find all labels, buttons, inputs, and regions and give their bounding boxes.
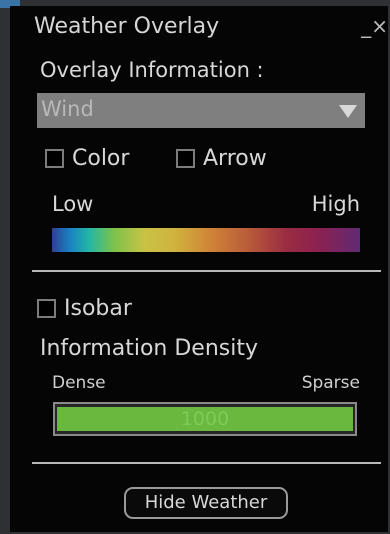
overlay-type-value: Wind — [41, 97, 94, 121]
color-checkbox[interactable] — [45, 148, 64, 168]
dropdown-arrow-icon[interactable] — [339, 105, 357, 118]
minimize-icon[interactable]: _ — [361, 14, 371, 38]
density-slider[interactable]: 1000 — [53, 402, 357, 436]
hide-weather-button[interactable]: Hide Weather — [124, 487, 288, 519]
window-title: Weather Overlay — [34, 14, 220, 39]
density-slider-value: 1000 — [180, 408, 230, 430]
overlay-information-label: Overlay Information : — [40, 58, 264, 82]
color-option[interactable]: Color — [45, 145, 129, 171]
isobar-checkbox[interactable] — [37, 298, 56, 318]
section-divider — [32, 462, 381, 464]
dense-label: Dense — [52, 373, 106, 393]
arrow-label: Arrow — [203, 145, 267, 171]
wind-color-scale-bar — [52, 228, 360, 252]
isobar-label: Isobar — [64, 295, 132, 321]
scale-high-label: High — [311, 192, 360, 216]
information-density-label: Information Density — [40, 336, 258, 361]
section-divider — [32, 270, 381, 272]
overlay-type-select[interactable]: Wind — [37, 93, 365, 128]
scale-low-label: Low — [52, 192, 94, 216]
close-icon[interactable]: × — [371, 14, 388, 38]
isobar-option[interactable]: Isobar — [37, 295, 132, 321]
weather-overlay-panel: Weather Overlay _× Overlay Information :… — [10, 6, 388, 532]
title-buttons: _× — [361, 14, 388, 38]
color-label: Color — [72, 145, 130, 171]
arrow-option[interactable]: Arrow — [176, 145, 267, 171]
arrow-checkbox[interactable] — [176, 148, 195, 168]
sparse-label: Sparse — [301, 373, 360, 393]
